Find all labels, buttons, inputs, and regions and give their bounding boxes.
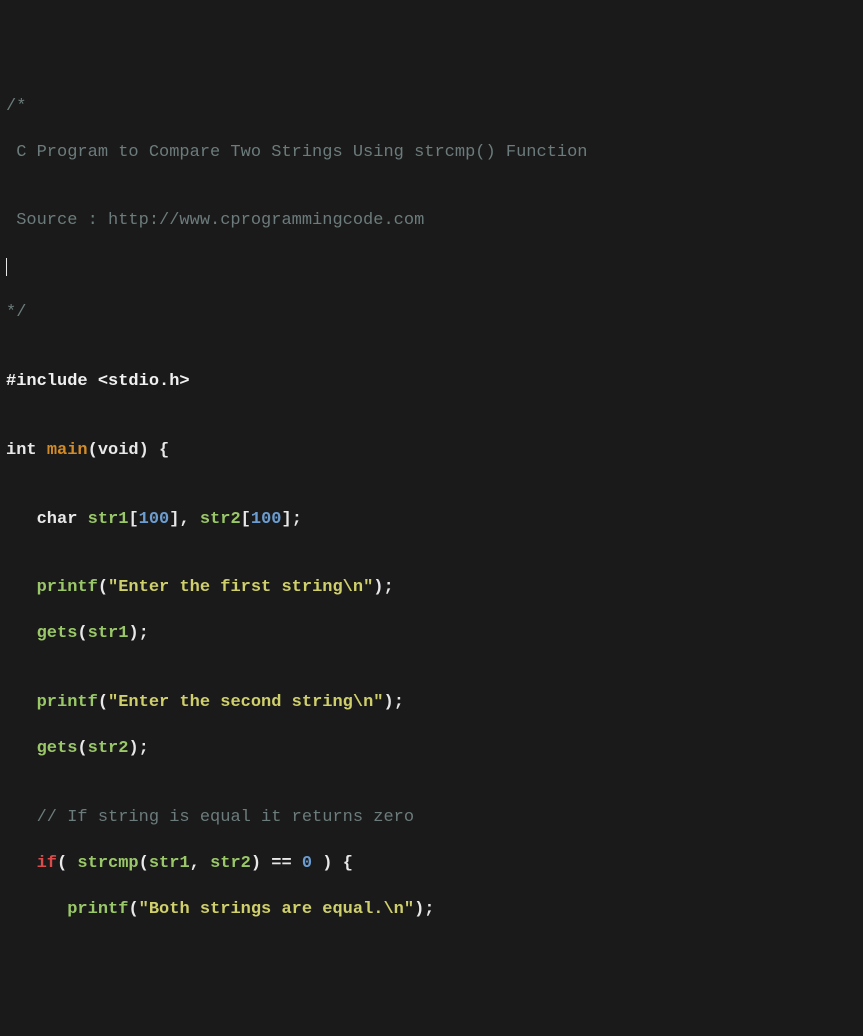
comment-line: C Program to Compare Two Strings Using s… [6, 142, 857, 165]
keyword-char: char [37, 510, 78, 529]
paren-close: ) [139, 441, 149, 460]
text-cursor [6, 258, 7, 277]
paren-close: ) [128, 739, 138, 758]
bracket-close: ] [169, 510, 179, 529]
code-line: printf("Both strings are equal.\n"); [6, 899, 857, 922]
number-literal: 0 [302, 854, 312, 873]
identifier-str2: str2 [88, 739, 129, 758]
function-gets: gets [37, 624, 78, 643]
bracket-open: [ [241, 510, 251, 529]
code-line: int main(void) { [6, 440, 857, 463]
function-strcmp: strcmp [77, 854, 138, 873]
paren-close: ) [322, 854, 332, 873]
comment-line: // If string is equal it returns zero [37, 808, 414, 827]
string-literal: "Enter the first string\n" [108, 578, 373, 597]
brace-open: { [343, 854, 353, 873]
semicolon: ; [139, 739, 149, 758]
semicolon: ; [424, 900, 434, 919]
code-line: // If string is equal it returns zero [6, 807, 857, 830]
paren-open: ( [98, 693, 108, 712]
code-line: if( strcmp(str1, str2) == 0 ) { [6, 853, 857, 876]
identifier-str1: str1 [149, 854, 190, 873]
number-literal: 100 [139, 510, 170, 529]
function-printf: printf [37, 693, 98, 712]
paren-close: ) [128, 624, 138, 643]
comma: , [179, 510, 189, 529]
preprocessor-directive: #include <stdio.h> [6, 372, 190, 391]
function-gets: gets [37, 739, 78, 758]
code-editor[interactable]: /* C Program to Compare Two Strings Usin… [6, 96, 857, 922]
paren-close: ) [383, 693, 393, 712]
cursor-line [6, 256, 857, 279]
keyword-void: void [98, 441, 139, 460]
brace-open: { [159, 441, 169, 460]
code-line: gets(str1); [6, 623, 857, 646]
paren-open: ( [139, 854, 149, 873]
paren-open: ( [128, 900, 138, 919]
keyword-if: if [37, 854, 57, 873]
function-main: main [47, 441, 88, 460]
function-printf: printf [37, 578, 98, 597]
code-line: printf("Enter the first string\n"); [6, 577, 857, 600]
bracket-close: ] [281, 510, 291, 529]
semicolon: ; [292, 510, 302, 529]
semicolon: ; [394, 693, 404, 712]
paren-close: ) [373, 578, 383, 597]
code-line: printf("Enter the second string\n"); [6, 692, 857, 715]
semicolon: ; [139, 624, 149, 643]
operator-eq: == [271, 854, 291, 873]
number-literal: 100 [251, 510, 282, 529]
paren-open: ( [98, 578, 108, 597]
string-literal: "Both strings are equal.\n" [139, 900, 414, 919]
semicolon: ; [383, 578, 393, 597]
paren-open: ( [57, 854, 67, 873]
code-line: #include <stdio.h> [6, 371, 857, 394]
paren-open: ( [88, 441, 98, 460]
paren-open: ( [77, 739, 87, 758]
function-printf: printf [67, 900, 128, 919]
comment-line: Source : http://www.cprogrammingcode.com [6, 210, 857, 233]
identifier-str1: str1 [88, 624, 129, 643]
code-line: char str1[100], str2[100]; [6, 509, 857, 532]
comment-line: */ [6, 302, 857, 325]
identifier-str2: str2 [200, 510, 241, 529]
comma: , [190, 854, 200, 873]
code-line: gets(str2); [6, 738, 857, 761]
paren-close: ) [414, 900, 424, 919]
comment-line: /* [6, 96, 857, 119]
paren-open: ( [77, 624, 87, 643]
identifier-str2: str2 [210, 854, 251, 873]
keyword-int: int [6, 441, 37, 460]
identifier-str1: str1 [88, 510, 129, 529]
paren-close: ) [251, 854, 261, 873]
string-literal: "Enter the second string\n" [108, 693, 383, 712]
bracket-open: [ [128, 510, 138, 529]
